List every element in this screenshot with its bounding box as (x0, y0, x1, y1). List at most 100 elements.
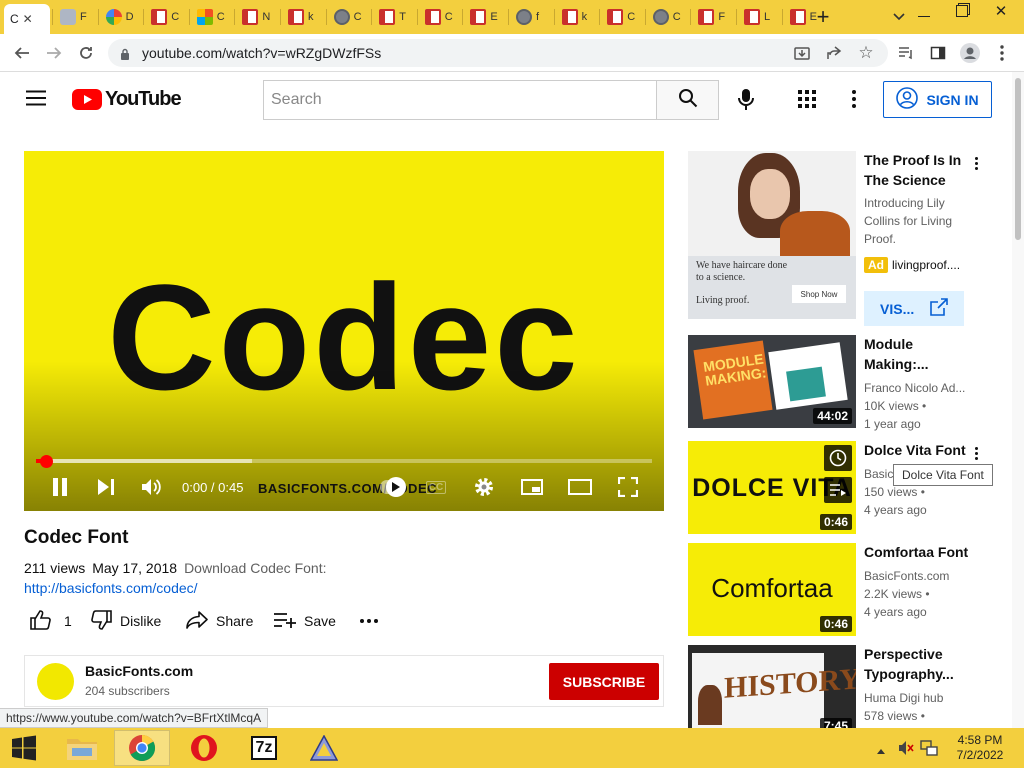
clock[interactable]: 4:58 PM 7/2/2022 (944, 733, 1016, 763)
miniplayer-icon[interactable] (520, 475, 544, 499)
autoplay-toggle[interactable] (380, 475, 406, 499)
channel-name[interactable]: BasicFonts.com (85, 663, 193, 679)
reading-list-icon[interactable] (894, 41, 918, 65)
browser-tab-8[interactable]: T (373, 4, 417, 30)
minimize-icon[interactable] (918, 16, 930, 17)
share-page-icon[interactable] (822, 41, 846, 65)
browser-tab-12[interactable]: k (556, 4, 600, 30)
search-input[interactable]: Search (263, 80, 657, 120)
add-to-queue-icon[interactable] (824, 477, 852, 503)
video-title-4[interactable]: Perspective Typography... (864, 644, 974, 684)
captions-button[interactable]: CC (424, 475, 448, 499)
lock-icon[interactable] (120, 47, 130, 60)
restore-icon[interactable] (956, 5, 968, 17)
browser-tab-1[interactable]: F (54, 4, 98, 30)
ad-meta: Ad livingproof.... (864, 257, 960, 273)
browser-tab-11[interactable]: f (510, 4, 554, 30)
browser-tab-6[interactable]: k (282, 4, 326, 30)
profile-avatar-icon[interactable] (958, 41, 982, 65)
next-video-icon[interactable] (94, 475, 118, 499)
new-tab-icon[interactable]: + (812, 4, 834, 30)
search-button[interactable] (656, 80, 719, 120)
sign-in-button[interactable]: SIGN IN (883, 81, 992, 118)
video-title-2[interactable]: Dolce Vita Font (864, 440, 974, 460)
more-actions-icon[interactable] (360, 610, 378, 632)
opera-icon[interactable] (176, 730, 232, 766)
ad-visit-button[interactable]: VIS... (864, 291, 964, 326)
fullscreen-icon[interactable] (616, 475, 640, 499)
browser-tab-7[interactable]: C (328, 4, 372, 30)
ad-title[interactable]: The Proof Is In The Science (864, 150, 974, 190)
browser-tab-14[interactable]: C (647, 4, 691, 30)
7zip-icon[interactable]: 7z (236, 730, 292, 766)
tab-separator (52, 9, 53, 25)
video-thumbnail-1[interactable]: MODULE MAKING: 44:02 (688, 335, 856, 428)
browser-tab-13[interactable]: C (601, 4, 645, 30)
settings-kebab-icon[interactable] (852, 90, 856, 108)
guide-menu-icon[interactable] (26, 90, 46, 106)
browser-tab-4[interactable]: C (191, 4, 235, 30)
install-app-icon[interactable] (790, 41, 814, 65)
tab-active[interactable]: C ✕ (4, 4, 50, 34)
file-explorer-icon[interactable] (54, 730, 110, 766)
address-bar[interactable]: youtube.com/watch?v=wRZgDWzfFSs (108, 39, 888, 67)
volume-muted-tray-icon[interactable] (898, 740, 914, 761)
browser-tab-16[interactable]: L (738, 4, 782, 30)
video-age-2: 4 years ago (864, 503, 927, 517)
tab-label: C (171, 11, 180, 23)
clock-date: 7/2/2022 (956, 748, 1004, 762)
browser-tab-3[interactable]: C (145, 4, 189, 30)
bookmark-star-icon[interactable]: ☆ (854, 41, 878, 65)
video-channel-3[interactable]: BasicFonts.com (864, 567, 949, 585)
scrollbar-thumb[interactable] (1015, 78, 1021, 240)
ad-thumbnail[interactable]: We have haircare done to a science. Livi… (688, 151, 856, 319)
browser-tab-10[interactable]: E (464, 4, 508, 30)
chrome-taskbar-icon[interactable] (114, 730, 170, 766)
tray-up-chevron-icon[interactable] (876, 742, 886, 760)
browser-tab-5[interactable]: N (236, 4, 280, 30)
progress-scrubber-handle[interactable] (39, 455, 53, 468)
reload-icon[interactable] (74, 41, 98, 65)
close-window-icon[interactable]: ✕ (986, 0, 1016, 22)
browser-menu-icon[interactable] (990, 41, 1014, 65)
pause-icon[interactable] (48, 475, 72, 499)
video-title-1[interactable]: Module Making:... (864, 334, 964, 374)
subscribe-button[interactable]: SUBSCRIBE (549, 663, 659, 700)
video-more-icon-2[interactable] (970, 443, 982, 463)
voice-search-mic-icon[interactable] (736, 88, 756, 112)
video-channel-4[interactable]: Huma Digi hub (864, 689, 943, 707)
description-link[interactable]: http://basicfonts.com/codec/ (24, 580, 198, 596)
video-thumbnail-2[interactable]: DOLCE VITA 0:46 (688, 441, 856, 534)
side-panel-icon[interactable] (926, 41, 950, 65)
watch-later-clock-icon[interactable] (824, 445, 852, 471)
app-triangle-icon[interactable] (296, 730, 352, 766)
video-player[interactable]: Codec 0:00 / 0:45 BASICFONTS.COM/CODEC C… (24, 151, 664, 511)
video-title-3[interactable]: Comfortaa Font (864, 542, 974, 562)
page-scrollbar[interactable] (1012, 72, 1024, 728)
video-channel-1[interactable]: Franco Nicolo Ad... (864, 379, 965, 397)
back-arrow-icon[interactable] (10, 41, 34, 65)
ad-more-icon[interactable] (970, 153, 982, 173)
browser-tab-2[interactable]: D (100, 4, 144, 30)
like-button[interactable]: 1 (30, 609, 72, 632)
theater-mode-icon[interactable] (568, 475, 592, 499)
video-thumbnail-4[interactable]: HISTORY 7:45 (688, 645, 856, 728)
apps-grid-icon[interactable] (798, 90, 816, 108)
forward-arrow-icon[interactable] (42, 41, 66, 65)
save-button[interactable]: Save (274, 610, 336, 632)
start-windows-icon[interactable] (0, 730, 48, 766)
time-display: 0:00 / 0:45 (182, 479, 244, 495)
browser-tab-15[interactable]: F (692, 4, 736, 30)
youtube-logo[interactable]: YouTube (72, 88, 182, 110)
video-thumbnail-3[interactable]: Comfortaa 0:46 (688, 543, 856, 636)
settings-gear-icon[interactable] (472, 475, 496, 499)
volume-icon[interactable] (140, 475, 164, 499)
network-tray-icon[interactable] (920, 739, 938, 762)
tab-search-chevron-icon[interactable] (890, 8, 908, 26)
browser-tab-9[interactable]: C (419, 4, 463, 30)
dislike-button[interactable]: Dislike (90, 609, 161, 632)
tab-close-icon[interactable]: ✕ (23, 12, 33, 26)
share-button[interactable]: Share (186, 610, 253, 632)
channel-avatar[interactable] (37, 663, 74, 700)
progress-bar[interactable] (36, 459, 652, 463)
